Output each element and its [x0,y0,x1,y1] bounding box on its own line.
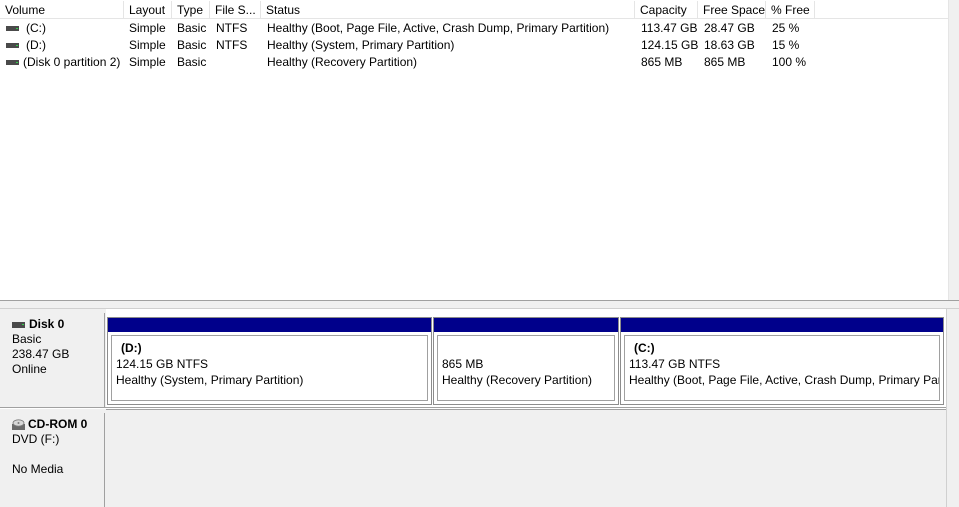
volume-status: Healthy (Recovery Partition) [267,55,418,69]
volume-file-system [216,54,261,71]
disk-type: Basic [12,332,42,346]
column-header-layout[interactable]: Layout [124,1,172,19]
column-header-volume[interactable]: Volume [0,1,124,19]
disk-graphical-pane: Disk 0 Basic 238.47 GB Online (D:) 124.1… [0,309,959,507]
disk-0-partitions: (D:) 124.15 GB NTFS Healthy (System, Pri… [106,309,946,407]
column-header-free-space[interactable]: Free Space [698,1,766,19]
volume-name: (C:) [26,21,46,35]
cdrom-spacer [12,447,104,462]
disk-name: Disk 0 [29,317,65,331]
partition-status: Healthy (Recovery Partition) [442,373,593,387]
hard-disk-icon [12,321,25,328]
partition-body: 865 MB Healthy (Recovery Partition) [437,335,615,401]
volume-percent-free: 25 % [772,21,800,35]
volume-free-space: 18.63 GB [704,38,755,52]
volume-free-space: 865 MB [704,55,746,69]
partition-body: (C:) 113.47 GB NTFS Healthy (Boot, Page … [624,335,940,401]
partition-size: 113.47 GB NTFS [629,357,721,371]
volume-capacity: 113.47 GB [641,21,698,35]
cdrom-0-area [106,409,946,507]
volume-status: Healthy (System, Primary Partition) [267,38,455,52]
volume-list-scrollbar[interactable] [948,0,959,300]
volume-status: Healthy (Boot, Page File, Active, Crash … [267,21,610,35]
volume-name: (D:) [26,38,46,52]
column-header-status[interactable]: Status [261,1,635,19]
disk-size: 238.47 GB [12,347,70,361]
drive-icon [6,60,19,66]
volume-list-header: Volume Layout Type File S... Status Capa… [0,1,948,19]
volume-layout: Simple [129,55,166,69]
disk-0-name-row: Disk 0 [12,317,104,332]
cd-drive-icon [12,418,26,431]
volume-percent-free: 100 % [772,55,807,69]
column-header-file-system[interactable]: File S... [210,1,261,19]
drive-icon [6,26,19,32]
drive-icon [6,43,19,49]
partition-color-bar [621,318,943,332]
cdrom-type: DVD (F:) [12,432,60,446]
disk-0-label[interactable]: Disk 0 Basic 238.47 GB Online [4,313,105,407]
partition-recovery[interactable]: 865 MB Healthy (Recovery Partition) [433,317,619,405]
partition-title [442,340,614,356]
cdrom-0-label[interactable]: CD-ROM 0 DVD (F:) No Media [4,413,105,507]
partition-body: (D:) 124.15 GB NTFS Healthy (System, Pri… [111,335,428,401]
graphical-pane-scrollbar[interactable] [946,309,959,507]
partition-title: (D:) [121,341,142,355]
volume-row[interactable]: (C:) Simple Basic NTFS Healthy (Boot, Pa… [0,20,948,37]
volume-percent-free: 15 % [772,38,800,52]
volume-name: (Disk 0 partition 2) [23,55,121,69]
partition-status: Healthy (Boot, Page File, Active, Crash … [629,373,940,387]
volume-row[interactable]: (Disk 0 partition 2) Simple Basic Health… [0,54,948,71]
volume-free-space: 28.47 GB [704,21,755,35]
volume-file-system: NTFS [216,38,248,52]
volume-layout: Simple [129,38,166,52]
cdrom-media: No Media [12,462,64,476]
partition-color-bar [434,318,618,332]
volume-type: Basic [177,38,207,52]
volume-file-system: NTFS [216,21,248,35]
partition-c[interactable]: (C:) 113.47 GB NTFS Healthy (Boot, Page … [620,317,944,405]
partition-title: (C:) [634,341,655,355]
column-header-capacity[interactable]: Capacity [635,1,698,19]
volume-list-pane: Volume Layout Type File S... Status Capa… [0,0,959,300]
cdrom-0-name-row: CD-ROM 0 [12,417,104,432]
column-header-type[interactable]: Type [172,1,210,19]
volume-layout: Simple [129,21,166,35]
cdrom-name: CD-ROM 0 [28,417,88,431]
partition-size: 124.15 GB NTFS [116,357,209,371]
column-header-percent-free[interactable]: % Free [766,1,815,19]
volume-capacity: 124.15 GB [641,38,698,52]
volume-capacity: 865 MB [641,55,683,69]
volume-type: Basic [177,55,207,69]
partition-status: Healthy (System, Primary Partition) [116,373,304,387]
volume-row[interactable]: (D:) Simple Basic NTFS Healthy (System, … [0,37,948,54]
disk-state: Online [12,362,47,376]
volume-type: Basic [177,21,207,35]
pane-splitter[interactable] [0,300,959,309]
partition-color-bar [108,318,431,332]
partition-size: 865 MB [442,357,484,371]
partition-d[interactable]: (D:) 124.15 GB NTFS Healthy (System, Pri… [107,317,432,405]
